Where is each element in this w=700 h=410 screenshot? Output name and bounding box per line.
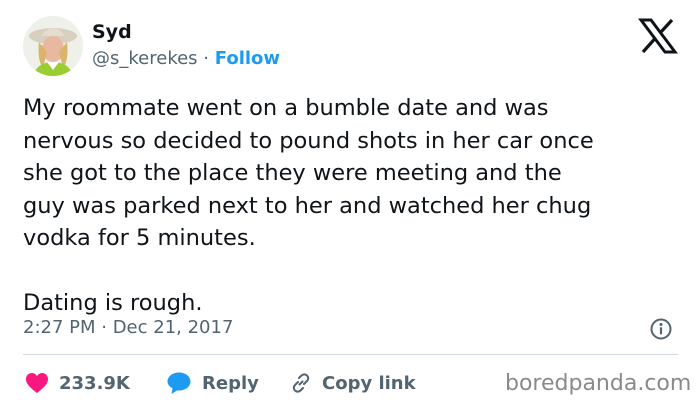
link-icon bbox=[292, 373, 310, 393]
tweet-line: nervous so decided to pound shots in her… bbox=[23, 127, 594, 154]
author-name[interactable]: Syd bbox=[92, 20, 132, 44]
reply-bubble-icon bbox=[167, 372, 191, 394]
reply-button[interactable]: Reply bbox=[166, 371, 259, 395]
watermark: boredpanda.com bbox=[505, 371, 692, 396]
heart-icon bbox=[26, 373, 48, 393]
tweet-timestamp[interactable]: 2:27 PM · Dec 21, 2017 bbox=[23, 316, 233, 340]
info-icon[interactable] bbox=[650, 318, 672, 340]
tweet-line: she got to the place they were meeting a… bbox=[23, 160, 562, 186]
handle-separator: · bbox=[203, 48, 210, 69]
reply-label: Reply bbox=[202, 372, 259, 394]
tweet-text: My roommate went on a bumble date and wa… bbox=[23, 92, 685, 320]
handle-row: @s_kerekes · Follow bbox=[92, 47, 280, 71]
tweet-line: Dating is rough. bbox=[23, 290, 203, 316]
avatar-image bbox=[23, 16, 83, 76]
follow-button[interactable]: Follow bbox=[215, 48, 280, 69]
x-logo-icon[interactable] bbox=[638, 18, 678, 54]
tweet-line: vodka for 5 minutes. bbox=[23, 225, 256, 251]
copy-link-button[interactable]: Copy link bbox=[290, 371, 416, 395]
like-button[interactable]: 233.9K bbox=[25, 371, 130, 395]
avatar[interactable] bbox=[23, 16, 83, 76]
likes-count: 233.9K bbox=[59, 372, 130, 394]
author-handle[interactable]: @s_kerekes bbox=[92, 48, 198, 69]
divider bbox=[23, 354, 678, 355]
tweet-line: My roommate went on a bumble date and wa… bbox=[23, 95, 549, 121]
copy-link-label: Copy link bbox=[322, 372, 416, 394]
tweet-line: guy was parked next to her and watched h… bbox=[23, 192, 592, 219]
